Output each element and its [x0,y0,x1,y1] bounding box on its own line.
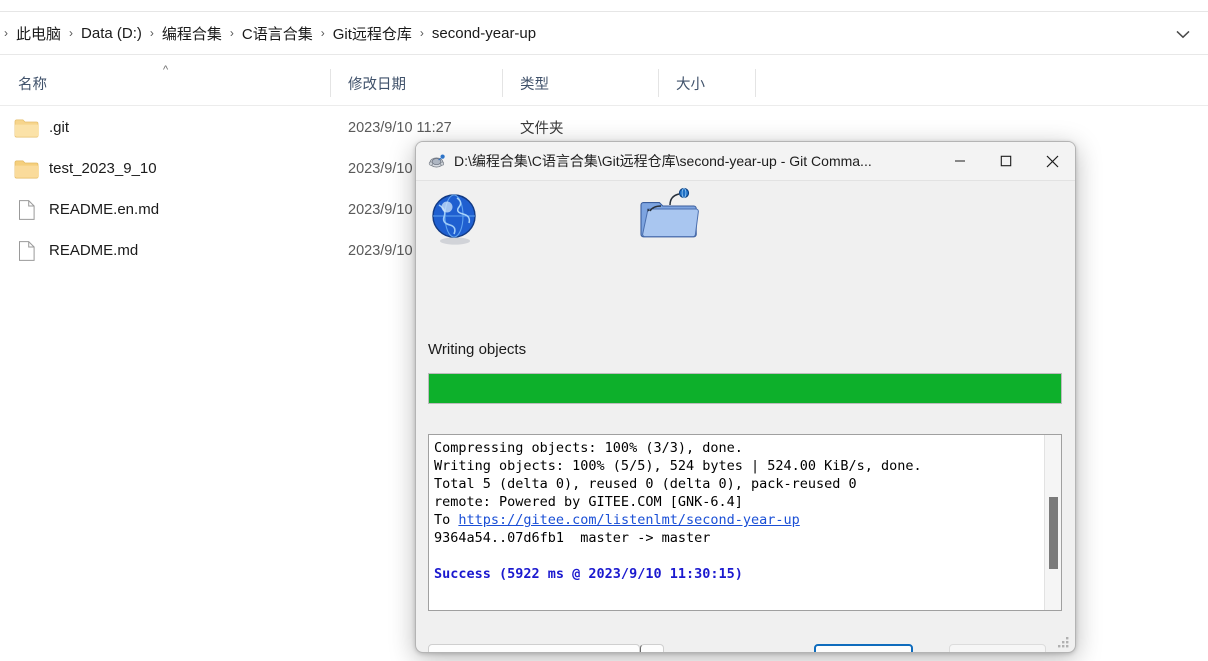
column-header-date[interactable]: 修改日期 [330,61,502,105]
window-controls[interactable] [937,142,1075,181]
tortoisegit-icon [428,154,445,168]
column-header-type-label: 类型 [520,76,549,93]
breadcrumb-item-git-remote[interactable]: Git远程仓库 [327,20,418,47]
file-name-label: README.en.md [49,201,160,218]
close-dialog-button[interactable]: Close [814,644,913,652]
column-header-size[interactable]: 大小 [658,61,756,105]
console-line-prefix: To [434,512,459,528]
abort-button: Abort [949,644,1046,652]
column-header-name-label: 名称 [18,76,47,93]
file-type-cell: 文件夹 [520,121,564,137]
status-label: Writing objects [428,341,527,358]
file-name-label: test_2023_9_10 [49,160,157,177]
chevron-down-icon[interactable] [1166,18,1200,50]
create-pull-request-accelerator: r [545,652,550,653]
file-name-cell[interactable]: test_2023_9_10 [0,158,330,180]
minimize-icon [955,160,965,162]
breadcrumb-separator: › [229,26,234,40]
file-name-cell[interactable]: README.md [0,240,330,262]
breadcrumb-separator: › [69,26,74,40]
breadcrumb-separator-leading: › [4,26,8,40]
file-name-cell[interactable]: README.en.md [0,199,330,221]
console-line: Total 5 (delta 0), reused 0 (delta 0), p… [434,476,857,492]
dialog-button-row: Create pull request ▼ Close Abort [416,634,1075,653]
create-pull-request-dropdown-button[interactable]: ▼ [640,644,664,652]
breadcrumb-item-c-lang[interactable]: C语言合集 [236,20,319,47]
address-bar[interactable]: › 此电脑 › Data (D:) › 编程合集 › C语言合集 › Git远程… [0,11,1208,55]
console-line: Writing objects: 100% (5/5), 524 bytes |… [434,458,922,474]
resize-grip-icon[interactable] [1056,635,1070,649]
git-progress-dialog: D:\编程合集\C语言合集\Git远程仓库\second-year-up - G… [415,141,1076,653]
file-name-cell[interactable]: .git [0,117,330,139]
maximize-button[interactable] [983,142,1029,181]
column-header-name[interactable]: 名称 ^ [0,61,330,105]
folder-icon [14,119,39,137]
console-output[interactable]: Compressing objects: 100% (3/3), done. W… [428,434,1062,611]
console-line: Compressing objects: 100% (3/3), done. [434,440,743,456]
breadcrumb-item-data-d[interactable]: Data (D:) [75,22,148,45]
file-name-label: .git [49,119,70,136]
close-icon [1046,155,1058,167]
file-name-label: README.md [49,242,139,259]
folder-upload-icon [640,187,699,238]
create-pull-request-button[interactable]: Create pull request [428,644,640,653]
close-button[interactable] [1029,142,1075,181]
breadcrumb-separator: › [149,26,154,40]
dialog-body: Writing objects Compressing objects: 100… [416,181,1075,653]
scrollbar-thumb[interactable] [1049,497,1058,569]
console-success-line: Success (5922 ms @ 2023/9/10 11:30:15) [434,566,743,582]
breadcrumb-item-second-year-up[interactable]: second-year-up [426,22,542,45]
console-text: Compressing objects: 100% (3/3), done. W… [429,435,1061,583]
progress-bar [428,373,1062,404]
sort-ascending-icon: ^ [163,64,169,76]
column-header-row: 名称 ^ 修改日期 类型 大小 [0,62,1208,106]
breadcrumb[interactable]: › 此电脑 › Data (D:) › 编程合集 › C语言合集 › Git远程… [0,20,542,47]
column-header-size-label: 大小 [676,76,705,93]
vertical-scrollbar[interactable] [1044,435,1061,610]
create-pull-request-label-before: Create pull [475,652,545,653]
transfer-illustration [416,181,1075,285]
file-date-cell: 2023/9/10 11:27 [348,119,452,136]
progress-bar-fill [429,374,1061,403]
maximize-icon [1000,155,1012,167]
breadcrumb-separator: › [320,26,325,40]
minimize-button[interactable] [937,142,983,181]
create-pull-request-label-after: equest [550,652,594,653]
dialog-title: D:\编程合集\C语言合集\Git远程仓库\second-year-up - G… [454,153,872,169]
console-line: remote: Powered by GITEE.COM [GNK-6.4] [434,494,743,510]
globe-icon [432,194,476,245]
breadcrumb-item-programming[interactable]: 编程合集 [156,20,228,47]
dialog-title-bar[interactable]: D:\编程合集\C语言合集\Git远程仓库\second-year-up - G… [416,142,1075,181]
breadcrumb-separator: › [419,26,424,40]
file-icon [19,240,35,261]
console-line: 9364a54..07d6fb1 master -> master [434,530,711,546]
breadcrumb-item-this-pc[interactable]: 此电脑 [10,20,67,47]
repository-url-link[interactable]: https://gitee.com/listenlmt/second-year-… [458,512,799,528]
column-header-type[interactable]: 类型 [502,61,658,105]
folder-icon [14,160,39,178]
column-header-date-label: 修改日期 [348,76,406,93]
file-icon [19,199,35,220]
